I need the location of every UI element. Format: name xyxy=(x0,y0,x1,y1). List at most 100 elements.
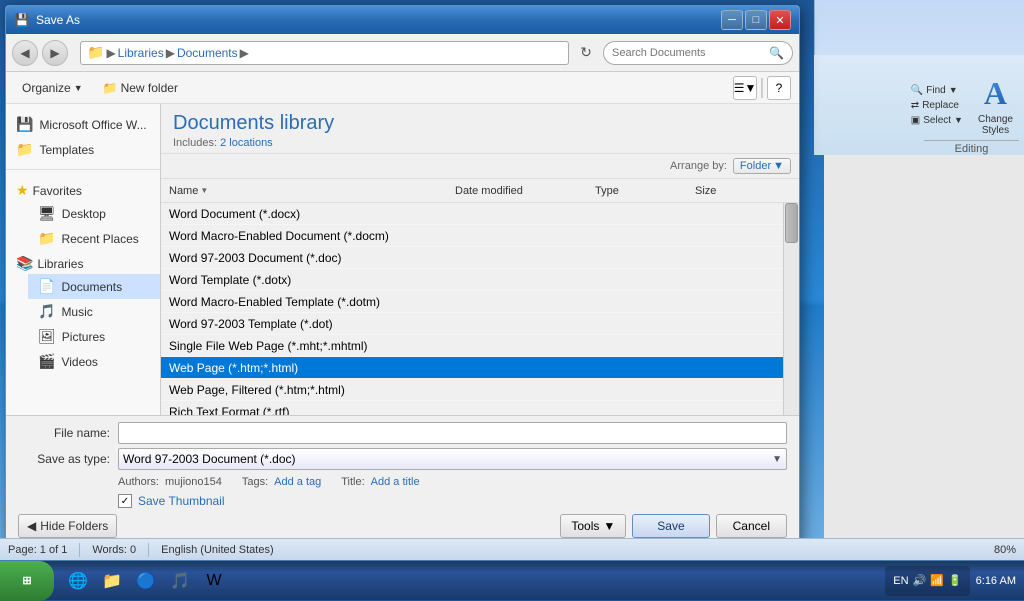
nav-item-documents[interactable]: 📄 Documents xyxy=(28,274,160,299)
save-as-dialog: 💾 Save As ─ □ ✕ ◀ ▶ 📁 ▶ Libraries ▶ Docu… xyxy=(5,5,800,545)
saveas-label: Save as type: xyxy=(18,452,118,466)
taskbar-chrome-icon[interactable]: 🔵 xyxy=(130,565,162,597)
taskbar-ie-icon[interactable]: 🌐 xyxy=(62,565,94,597)
file-type-item[interactable]: Word 97-2003 Document (*.doc) xyxy=(161,247,783,269)
language-info: English (United States) xyxy=(161,544,274,556)
checkmark-icon: ✓ xyxy=(121,496,129,507)
file-type-item[interactable]: Rich Text Format (*.rtf) xyxy=(161,401,783,415)
maximize-button[interactable]: □ xyxy=(745,10,767,30)
col-type-header[interactable]: Type xyxy=(595,185,695,197)
nav-item-videos[interactable]: 🎬 Videos xyxy=(28,349,160,374)
action-row: ◀ Hide Folders Tools ▼ Save Cancel xyxy=(18,514,787,538)
taskbar-word-icon[interactable]: W xyxy=(198,565,230,597)
file-type-name: Word Document (*.docx) xyxy=(169,207,775,221)
addr-documents[interactable]: Documents xyxy=(177,46,238,60)
favorites-group[interactable]: ★ Favorites xyxy=(6,178,160,201)
file-type-item[interactable]: Web Page, Filtered (*.htm;*.html) xyxy=(161,379,783,401)
add-title-link[interactable]: Add a title xyxy=(371,476,420,488)
nav-item-desktop[interactable]: 🖥 Desktop xyxy=(28,201,160,226)
zoom-level: 80% xyxy=(994,544,1016,556)
select-button[interactable]: ▣ Select ▼ xyxy=(907,114,967,127)
taskbar-icons: 🌐 📁 🔵 🎵 W xyxy=(58,565,234,597)
hide-folders-button[interactable]: ◀ Hide Folders xyxy=(18,514,117,538)
scrollbar-thumb[interactable] xyxy=(785,203,798,243)
file-type-item[interactable]: Word Macro-Enabled Document (*.docm) xyxy=(161,225,783,247)
file-type-item[interactable]: Word Template (*.dotx) xyxy=(161,269,783,291)
nav-item-pictures[interactable]: 🖼 Pictures xyxy=(28,324,160,349)
help-button[interactable]: ? xyxy=(767,76,791,100)
new-folder-button[interactable]: 📁 New folder xyxy=(95,78,186,98)
nav-item-templates[interactable]: 📁 Templates xyxy=(6,137,160,162)
file-type-item[interactable]: Web Page (*.htm;*.html) xyxy=(161,357,783,379)
status-bar: Page: 1 of 1 Words: 0 English (United St… xyxy=(0,538,1024,560)
network-icon: 📶 xyxy=(930,574,944,587)
organize-label: Organize xyxy=(22,81,71,95)
start-button[interactable]: ⊞ xyxy=(0,561,54,601)
toolbar: Organize ▼ 📁 New folder ☰▼ ? xyxy=(6,72,799,104)
change-styles-button[interactable]: A Change Styles xyxy=(972,71,1019,140)
recent-icon: 📁 xyxy=(38,230,55,247)
arrange-button[interactable]: Folder ▼ xyxy=(733,158,791,174)
saveas-dropdown[interactable]: Word 97-2003 Document (*.doc) ▼ xyxy=(118,448,787,470)
filename-input[interactable] xyxy=(118,422,787,444)
libraries-group[interactable]: 📚 Libraries xyxy=(6,251,160,274)
search-icon: 🔍 xyxy=(769,46,784,60)
file-type-item[interactable]: Word Document (*.docx) xyxy=(161,203,783,225)
organize-arrow-icon: ▼ xyxy=(74,83,83,93)
find-button[interactable]: 🔍 Find ▼ xyxy=(907,84,967,97)
address-path[interactable]: 📁 ▶ Libraries ▶ Documents ▶ xyxy=(80,41,569,65)
file-type-name: Single File Web Page (*.mht;*.mhtml) xyxy=(169,339,775,353)
libraries-label: Libraries xyxy=(37,257,83,271)
videos-icon: 🎬 xyxy=(38,353,55,370)
search-input[interactable] xyxy=(612,47,765,59)
add-tag-link[interactable]: Add a tag xyxy=(274,476,321,488)
save-button[interactable]: Save xyxy=(632,514,709,538)
search-box[interactable]: 🔍 xyxy=(603,41,793,65)
thumbnail-checkbox[interactable]: ✓ xyxy=(118,494,132,508)
new-folder-label: New folder xyxy=(121,81,178,95)
nav-item-msoffice[interactable]: 💾 Microsoft Office W... xyxy=(6,112,160,137)
view-toggle-button[interactable]: ☰▼ xyxy=(733,76,757,100)
action-buttons: Tools ▼ Save Cancel xyxy=(560,514,787,538)
desktop-icon: 🖥 xyxy=(38,205,56,222)
forward-button[interactable]: ▶ xyxy=(42,40,68,66)
file-type-item[interactable]: Word 97-2003 Template (*.dot) xyxy=(161,313,783,335)
meta-row: Authors: mujiono154 Tags: Add a tag Titl… xyxy=(118,474,787,490)
nav-item-music[interactable]: 🎵 Music xyxy=(28,299,160,324)
back-button[interactable]: ◀ xyxy=(12,40,38,66)
addr-sep-2: ▶ xyxy=(166,46,175,60)
thumbnail-label[interactable]: Save Thumbnail xyxy=(138,494,225,508)
col-name-header[interactable]: Name ▼ xyxy=(169,185,455,197)
title-item: Title: Add a title xyxy=(341,476,419,488)
locations-link[interactable]: 2 locations xyxy=(220,137,273,149)
col-date-header[interactable]: Date modified xyxy=(455,185,595,197)
file-type-item[interactable]: Word Macro-Enabled Template (*.dotm) xyxy=(161,291,783,313)
nav-item-recent[interactable]: 📁 Recent Places xyxy=(28,226,160,251)
minimize-button[interactable]: ─ xyxy=(721,10,743,30)
file-type-name: Web Page (*.htm;*.html) xyxy=(169,361,775,375)
taskbar-explorer-icon[interactable]: 📁 xyxy=(96,565,128,597)
tools-label: Tools xyxy=(571,519,599,533)
toolbar-right: ☰▼ ? xyxy=(733,76,791,100)
tools-button[interactable]: Tools ▼ xyxy=(560,514,626,538)
file-type-item[interactable]: Single File Web Page (*.mht;*.mhtml) xyxy=(161,335,783,357)
taskbar-media-icon[interactable]: 🎵 xyxy=(164,565,196,597)
start-icon: ⊞ xyxy=(22,574,31,587)
window-controls: ─ □ ✕ xyxy=(721,10,791,30)
addr-libraries[interactable]: Libraries xyxy=(118,46,164,60)
replace-button[interactable]: ⇄ Replace xyxy=(907,99,967,112)
documents-label: Documents xyxy=(61,280,122,294)
cancel-button[interactable]: Cancel xyxy=(716,514,787,538)
libraries-items: 📄 Documents 🎵 Music 🖼 Pictures 🎬 Videos xyxy=(6,274,160,374)
hide-folders-icon: ◀ xyxy=(27,519,36,533)
arrange-bar: Arrange by: Folder ▼ xyxy=(161,154,799,179)
col-size-header[interactable]: Size xyxy=(695,185,775,197)
status-sep-1 xyxy=(79,543,80,557)
file-type-name: Word 97-2003 Template (*.dot) xyxy=(169,317,775,331)
file-list-scrollbar[interactable] xyxy=(783,203,799,415)
arrange-label: Arrange by: xyxy=(670,160,727,172)
close-button[interactable]: ✕ xyxy=(769,10,791,30)
includes-text: Includes: xyxy=(173,137,217,149)
organize-button[interactable]: Organize ▼ xyxy=(14,78,91,98)
refresh-button[interactable]: ↻ xyxy=(573,40,599,66)
